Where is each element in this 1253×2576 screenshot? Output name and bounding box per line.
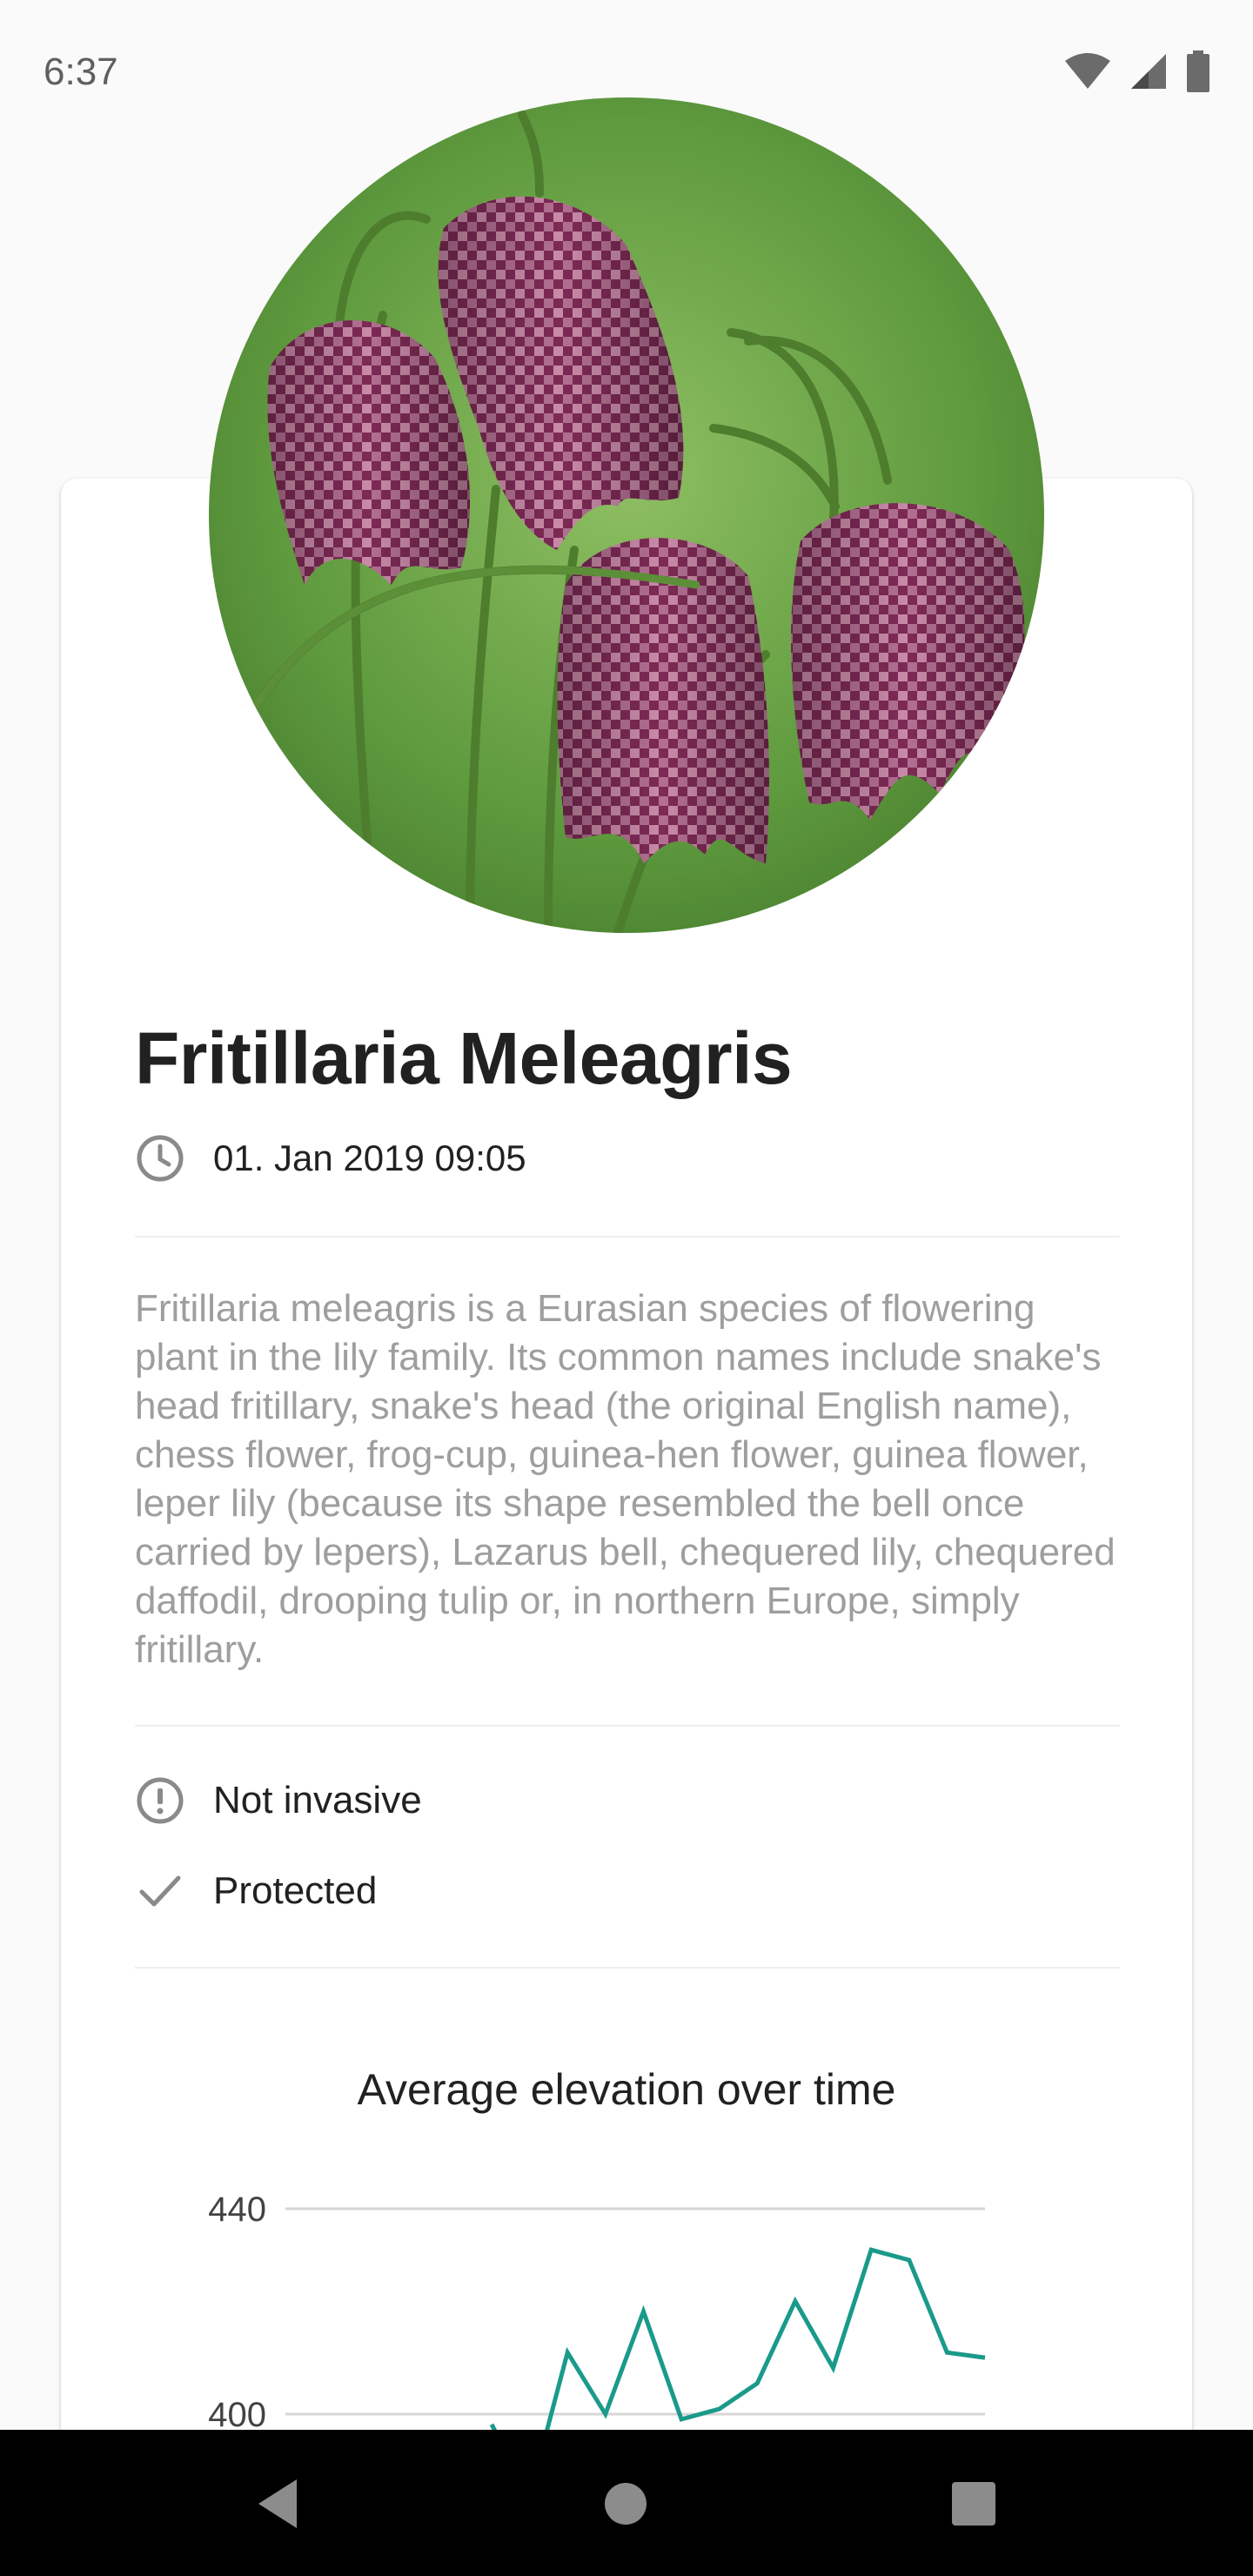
attribute-protected: Protected xyxy=(135,1866,377,1916)
plant-photo xyxy=(209,97,1044,933)
plant-name: Fritillaria Meleagris xyxy=(135,1017,793,1099)
attribute-label: Protected xyxy=(213,1869,378,1912)
attribute-label: Not invasive xyxy=(213,1779,422,1821)
plant-description: Fritillaria meleagris is a Eurasian spec… xyxy=(135,1287,1116,1671)
home-icon[interactable] xyxy=(595,2473,656,2534)
alert-circle-icon xyxy=(135,1775,185,1826)
battery-icon xyxy=(1185,50,1211,92)
status-icons xyxy=(1063,50,1211,92)
date-row: 01. Jan 2019 09:05 xyxy=(135,1133,526,1184)
divider xyxy=(135,1725,1120,1727)
recents-icon[interactable] xyxy=(943,2473,1004,2534)
navigation-bar xyxy=(0,2430,1253,2576)
date-text: 01. Jan 2019 09:05 xyxy=(213,1137,526,1178)
check-icon xyxy=(135,1866,185,1916)
back-icon[interactable] xyxy=(247,2473,308,2534)
divider xyxy=(135,1967,1120,1969)
wifi-icon xyxy=(1063,52,1112,91)
status-time: 6:37 xyxy=(44,50,118,93)
cell-signal-icon xyxy=(1129,52,1168,91)
chart-title: Average elevation over time xyxy=(357,2065,896,2114)
attribute-not-invasive: Not invasive xyxy=(135,1775,422,1826)
clock-icon xyxy=(135,1133,185,1184)
plant-detail-screen: 6:37 Fritillaria Meleagris 01. Jan 2019 … xyxy=(0,0,1253,2576)
divider xyxy=(135,1236,1120,1238)
